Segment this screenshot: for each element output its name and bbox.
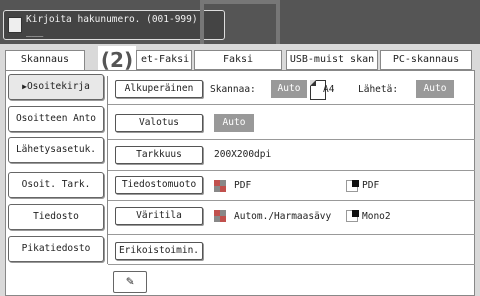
tab-internet-faksi[interactable]: et-Faksi bbox=[136, 50, 192, 70]
scan-label: Skannaa: bbox=[210, 84, 256, 95]
row-divider bbox=[108, 200, 475, 201]
tab-pc-skannaus[interactable]: PC-skannaus bbox=[380, 50, 472, 70]
tab-usb-scan[interactable]: USB-muist skan bbox=[286, 50, 378, 70]
tab-faksi[interactable]: Faksi bbox=[194, 50, 282, 70]
file-format-mono-value: PDF bbox=[362, 180, 380, 191]
write-pen-icon[interactable]: ✎ bbox=[113, 271, 147, 293]
row-divider bbox=[108, 264, 475, 265]
scan-value-chip: Auto bbox=[271, 80, 307, 98]
exposure-button[interactable]: Valotus bbox=[115, 114, 203, 132]
search-number-prompt[interactable]: Kirjoita hakunumero. (001-999) ___ bbox=[3, 10, 225, 40]
color-mode-icon bbox=[214, 210, 226, 222]
sidebar-item-quick-file[interactable]: Pikatiedosto bbox=[8, 236, 104, 262]
row-divider bbox=[108, 139, 475, 140]
paper-corner bbox=[310, 80, 316, 86]
address-book-icon bbox=[8, 17, 22, 33]
sidebar-item-address-review[interactable]: Osoit. Tark. bbox=[8, 172, 104, 198]
prompt-text: Kirjoita hakunumero. (001-999) bbox=[26, 14, 198, 25]
mono-mode-icon bbox=[346, 210, 359, 222]
file-format-color-value: PDF bbox=[234, 180, 252, 191]
sidebar-item-send-settings[interactable]: Lähetysasetuk. bbox=[8, 137, 104, 163]
file-format-button[interactable]: Tiedostomuoto bbox=[115, 176, 203, 194]
original-button[interactable]: Alkuperäinen bbox=[115, 80, 203, 98]
mono-mode-icon bbox=[346, 180, 359, 192]
color-mode-icon bbox=[214, 180, 226, 192]
exposure-value-chip: Auto bbox=[214, 114, 254, 132]
sidebar-item-address-entry[interactable]: Osoitteen Anto bbox=[8, 106, 104, 132]
color-mode-color-value: Autom./Harmaasävy bbox=[234, 211, 332, 222]
color-mode-button[interactable]: Väritila bbox=[115, 207, 203, 225]
sidebar-item-file[interactable]: Tiedosto bbox=[8, 204, 104, 230]
row-divider bbox=[108, 234, 475, 235]
special-modes-button[interactable]: Erikoistoimin. bbox=[115, 242, 203, 260]
resolution-value: 200X200dpi bbox=[214, 149, 272, 160]
prompt-value: ___ bbox=[26, 26, 44, 37]
callout-frame bbox=[200, 0, 280, 44]
resolution-button[interactable]: Tarkkuus bbox=[115, 146, 203, 164]
send-value-chip: Auto bbox=[416, 80, 454, 98]
row-divider bbox=[108, 170, 475, 171]
sidebar-item-label: Osoitekirja bbox=[26, 81, 90, 92]
color-mode-mono-value: Mono2 bbox=[362, 211, 391, 222]
tab-skannaus[interactable]: Skannaus bbox=[5, 50, 85, 72]
sidebar-item-address-book[interactable]: ▶Osoitekirja bbox=[8, 74, 104, 100]
paper-size-value: A4 bbox=[323, 84, 335, 95]
send-label: Lähetä: bbox=[358, 84, 399, 95]
row-divider bbox=[108, 104, 475, 105]
